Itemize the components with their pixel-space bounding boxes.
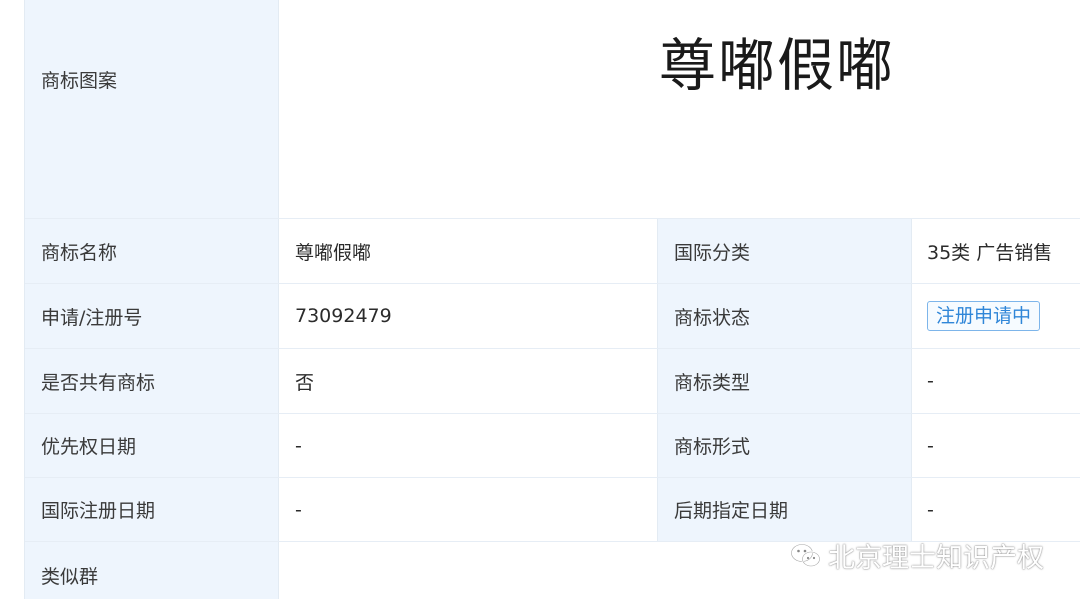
- priority-date-value: -: [279, 414, 658, 477]
- trademark-type-label: 商标类型: [658, 349, 912, 413]
- wechat-icon: [790, 543, 821, 567]
- trademark-status-cell: 注册申请中: [912, 284, 1080, 348]
- trademark-detail-page: 商标图案 尊嘟假嘟 商标名称 尊嘟假嘟 国际分类 35类 广告销售 申请/注册号…: [0, 0, 1080, 599]
- trademark-image-label: 商标图案: [25, 0, 279, 218]
- subsequent-designation-date-label: 后期指定日期: [658, 478, 912, 541]
- table-row: 优先权日期 - 商标形式 -: [25, 414, 1080, 478]
- trademark-type-value: -: [927, 370, 934, 392]
- table-row: 申请/注册号 73092479 商标状态 注册申请中: [25, 284, 1080, 349]
- trademark-form-label: 商标形式: [658, 414, 912, 477]
- international-class-value: 35类 广告销售: [927, 241, 1053, 264]
- registration-number-label: 申请/注册号: [25, 284, 279, 348]
- table-row: 商标名称 尊嘟假嘟 国际分类 35类 广告销售: [25, 219, 1080, 284]
- international-registration-date-label: 国际注册日期: [25, 478, 279, 541]
- registration-number-value: 73092479: [279, 284, 658, 348]
- priority-date-label: 优先权日期: [25, 414, 279, 477]
- international-class-label: 国际分类: [658, 219, 912, 283]
- similar-group-label: 类似群: [25, 542, 279, 599]
- table-row: 国际注册日期 - 后期指定日期 -: [25, 478, 1080, 542]
- shared-trademark-value: 否: [279, 349, 658, 413]
- status-badge[interactable]: 注册申请中: [927, 301, 1041, 331]
- trademark-status-label: 商标状态: [658, 284, 912, 348]
- international-registration-date-value: -: [279, 478, 658, 541]
- subsequent-designation-date-value: -: [927, 498, 934, 521]
- trademark-image-row: 商标图案 尊嘟假嘟: [25, 0, 1080, 219]
- shared-trademark-label: 是否共有商标: [25, 349, 279, 413]
- trademark-image-cell: 尊嘟假嘟: [279, 0, 1080, 218]
- trademark-info-table: 商标图案 尊嘟假嘟 商标名称 尊嘟假嘟 国际分类 35类 广告销售 申请/注册号…: [24, 0, 1080, 599]
- trademark-image: 尊嘟假嘟: [659, 33, 895, 99]
- watermark-text: 北京理士知识产权: [828, 543, 1044, 574]
- trademark-form-value: -: [927, 434, 934, 457]
- trademark-name-value: 尊嘟假嘟: [279, 219, 658, 283]
- table-row: 是否共有商标 否 商标类型 -: [25, 349, 1080, 414]
- trademark-name-label: 商标名称: [25, 219, 279, 283]
- watermark: 北京理士知识产权: [790, 536, 1044, 575]
